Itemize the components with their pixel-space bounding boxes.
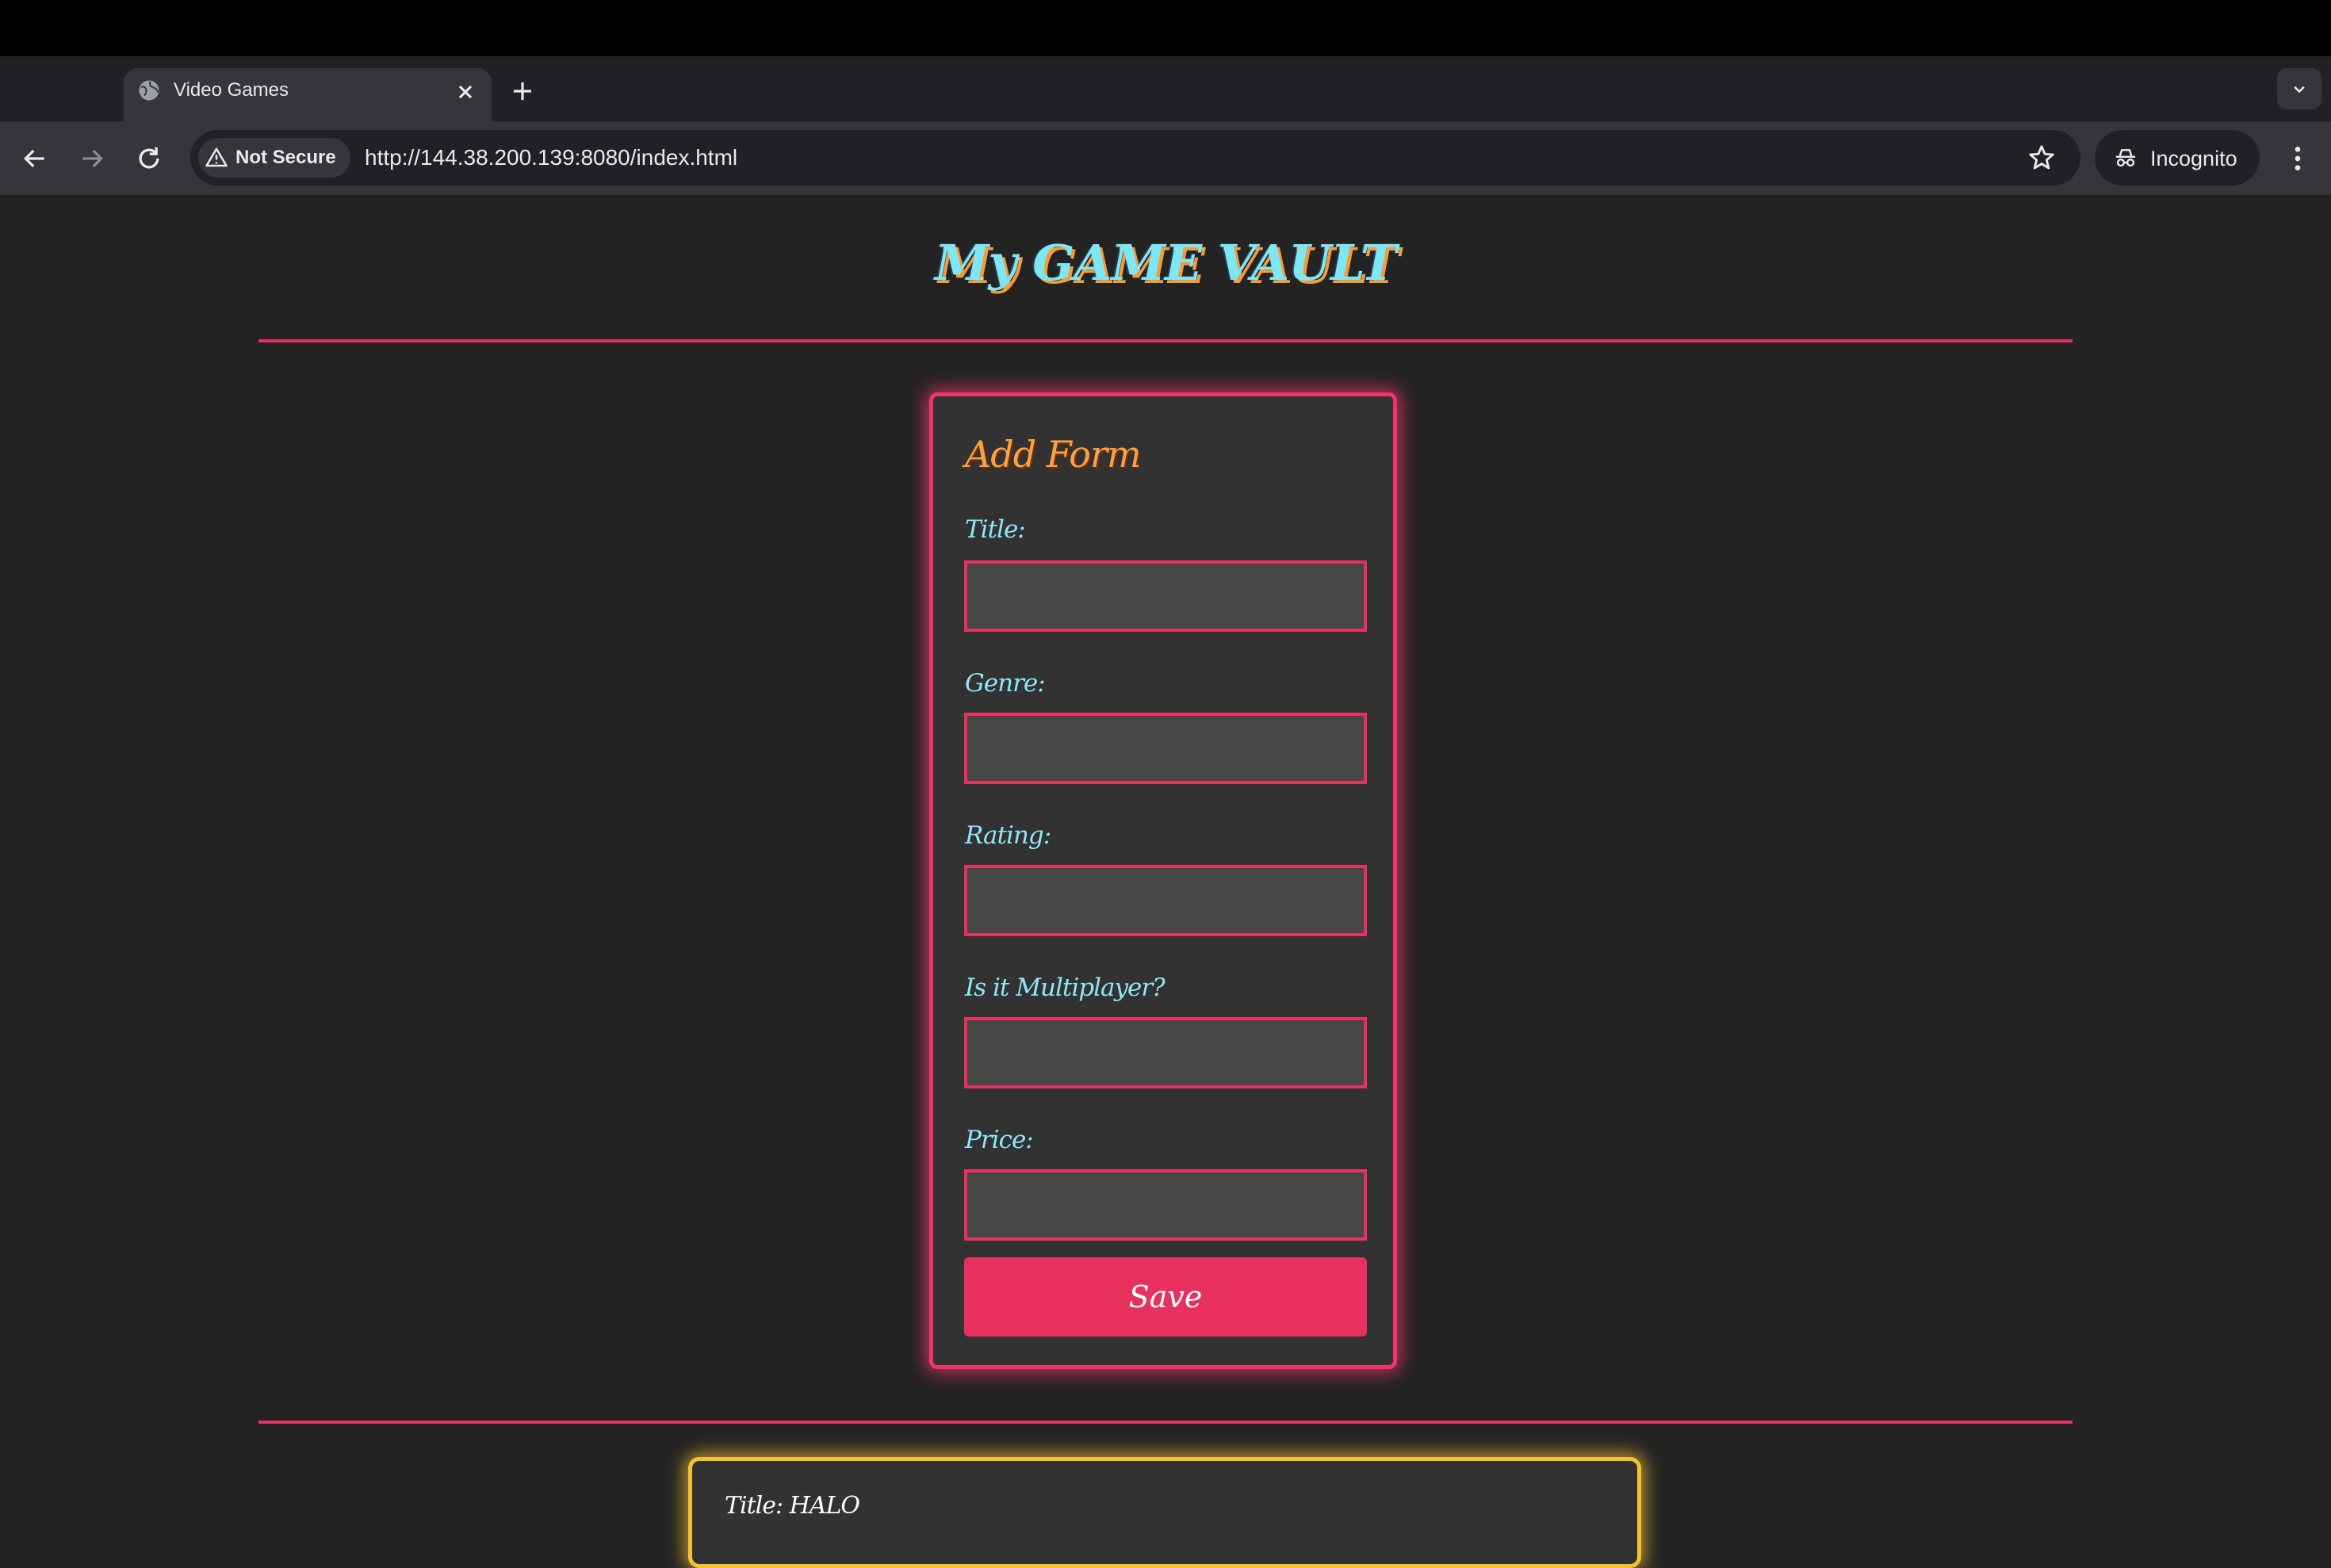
multiplayer-input[interactable] [964, 1017, 1367, 1088]
security-label: Not Secure [235, 147, 336, 168]
price-input[interactable] [964, 1169, 1367, 1241]
plus-icon[interactable] [507, 76, 538, 106]
form-heading: Add Form [965, 433, 1141, 476]
incognito-icon [2115, 149, 2136, 167]
tab-search-button[interactable] [2277, 68, 2321, 109]
divider [258, 339, 2073, 342]
more-vert-icon[interactable] [2282, 143, 2314, 174]
warning-icon [205, 147, 228, 167]
divider [258, 1421, 2073, 1424]
globe-icon [139, 80, 159, 101]
title-input[interactable] [964, 560, 1367, 632]
tab-title: Video Games [174, 79, 289, 101]
chevron-down-icon [2294, 86, 2305, 94]
url-text[interactable]: http://144.38.200.139:8080/index.html [365, 143, 737, 173]
toolbar-divider [0, 195, 2331, 197]
reload-icon[interactable] [133, 143, 165, 174]
price-label: Price: [965, 1126, 1034, 1154]
multiplayer-label: Is it Multiplayer? [965, 973, 1166, 1002]
save-button[interactable]: Save [964, 1257, 1367, 1337]
game-title: Title: HALO [725, 1492, 860, 1520]
star-icon[interactable] [2027, 143, 2057, 173]
title-label: Title: [965, 515, 1026, 544]
close-icon[interactable] [452, 78, 479, 105]
site-title: My GAME VAULT [935, 234, 1397, 292]
back-arrow-icon[interactable] [19, 143, 51, 174]
genre-input[interactable] [964, 713, 1367, 784]
rating-label: Rating: [965, 821, 1051, 850]
incognito-label: Incognito [2150, 147, 2237, 170]
os-top-bar [0, 0, 2331, 56]
rating-input[interactable] [964, 865, 1367, 936]
forward-arrow-icon[interactable] [76, 143, 108, 174]
genre-label: Genre: [965, 669, 1046, 698]
